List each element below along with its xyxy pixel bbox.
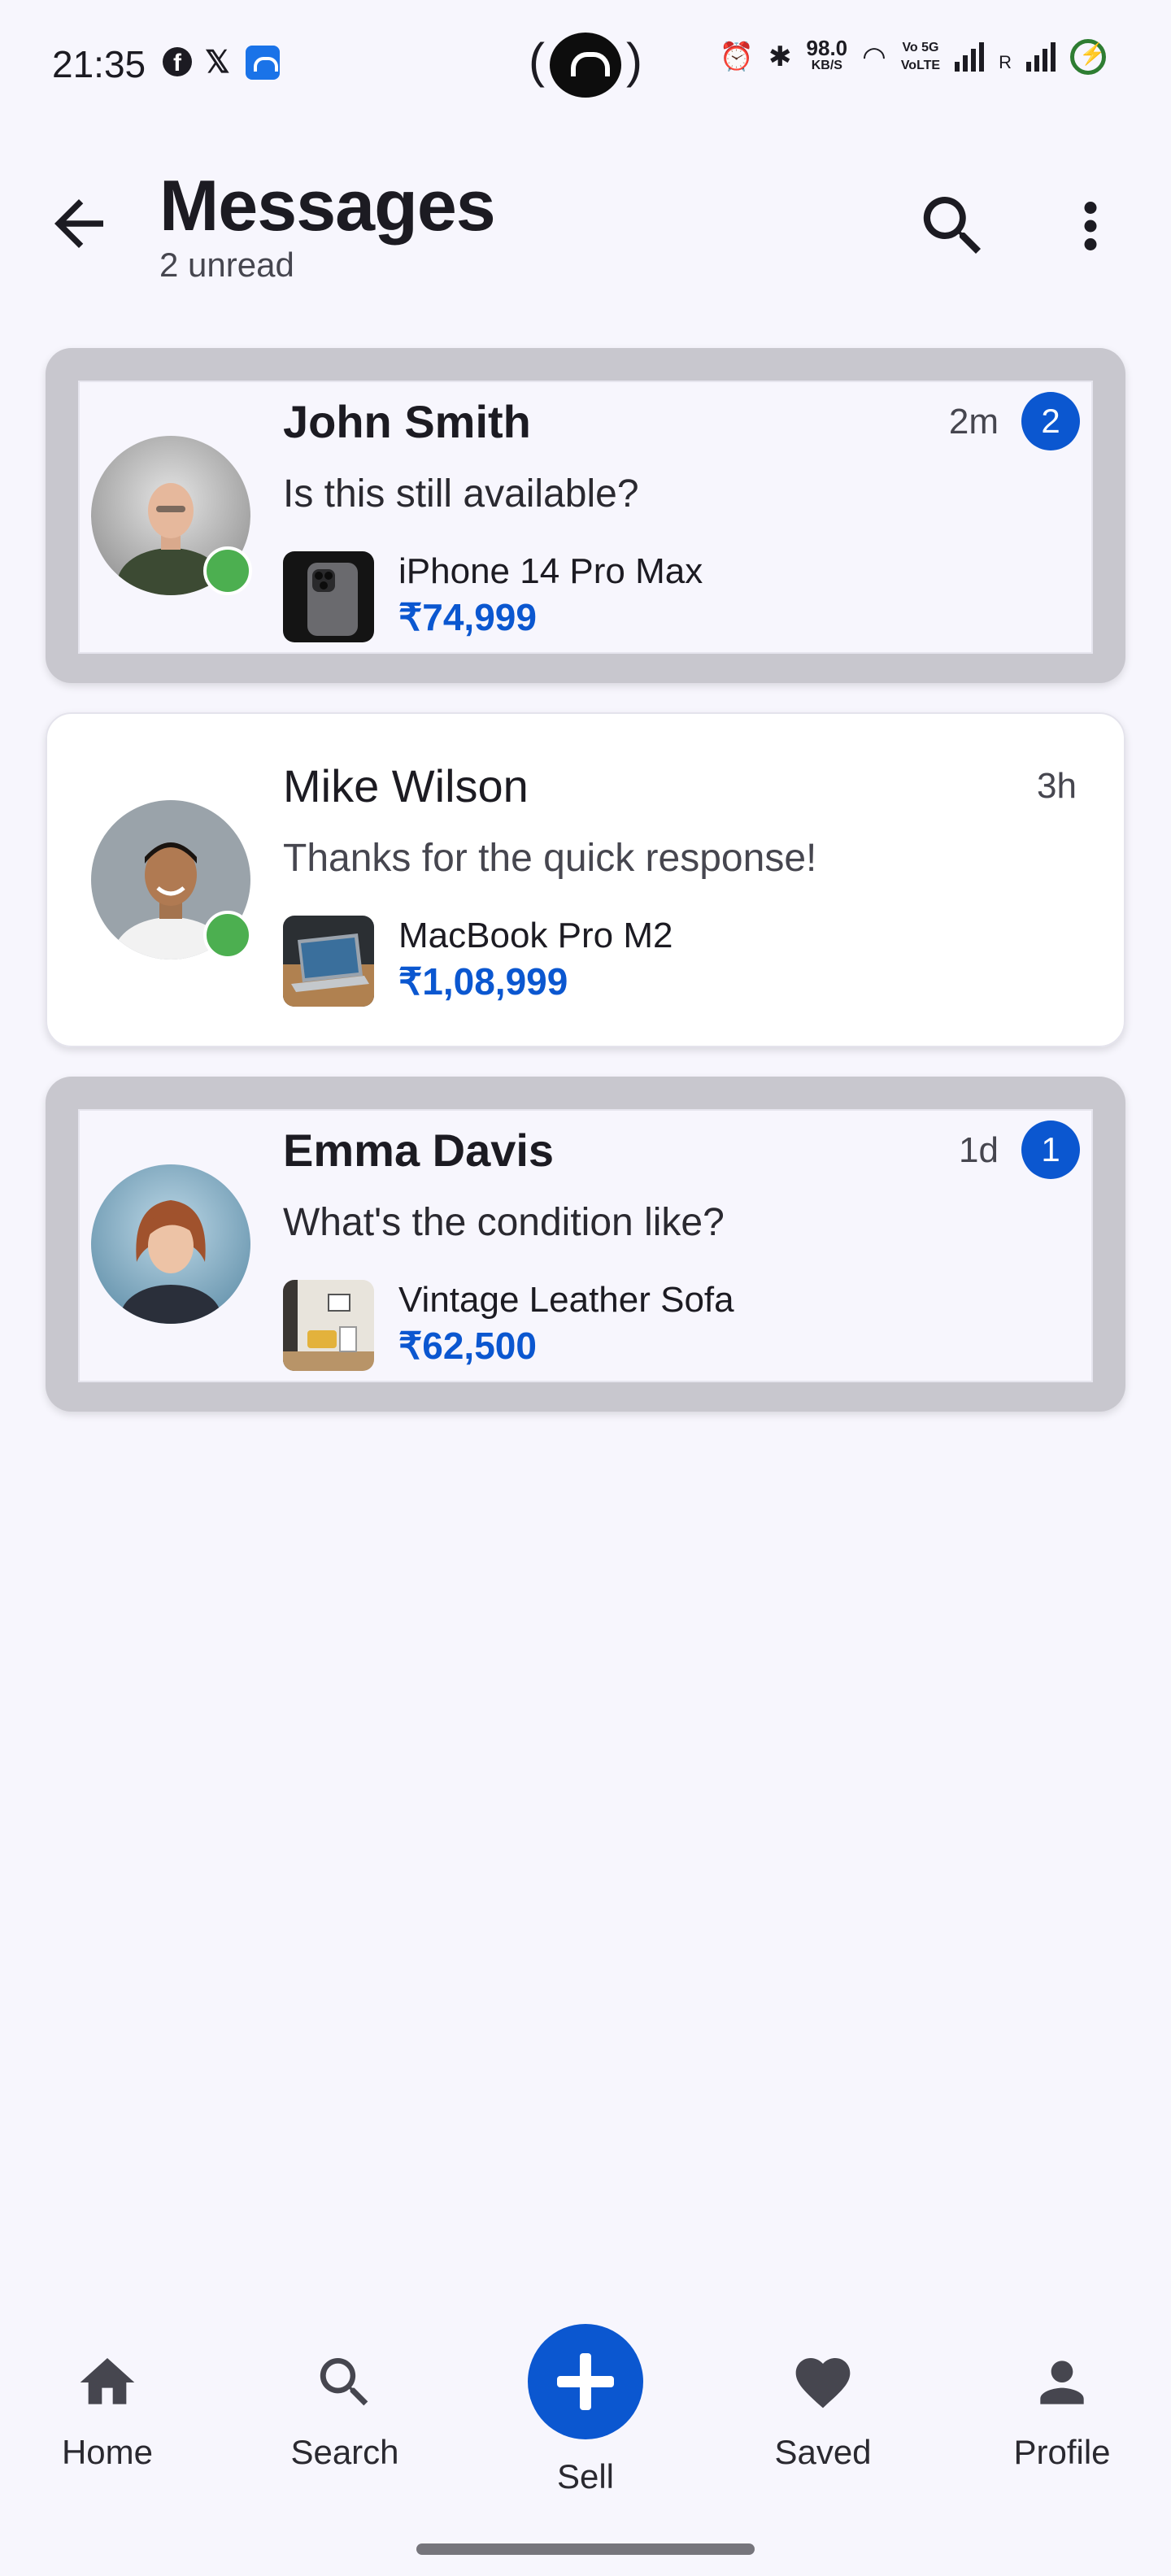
avatar	[91, 1164, 250, 1324]
product-name: Vintage Leather Sofa	[398, 1280, 734, 1320]
app-notification-icon	[246, 46, 280, 80]
product-price: ₹1,08,999	[398, 960, 568, 1003]
conversation-item[interactable]: John Smith 2m 2 Is this still available?…	[46, 348, 1125, 683]
battery-charging-icon	[1070, 39, 1106, 75]
app-bar: Messages 2 unread	[0, 146, 1171, 309]
product-thumbnail	[283, 1280, 374, 1371]
nav-item-home[interactable]: Home	[10, 2350, 205, 2472]
wifi-icon: ◠	[862, 41, 886, 72]
bottom-navigation: Home Search Sell Saved Profile	[0, 2309, 1171, 2576]
nav-label-profile: Profile	[1013, 2433, 1111, 2471]
message-preview: What's the condition like?	[283, 1201, 725, 1244]
message-time: 3h	[1037, 766, 1077, 806]
unread-badge: 1	[1021, 1120, 1080, 1179]
nav-label-saved: Saved	[774, 2433, 872, 2471]
hotspot-indicator-icon: ( )	[529, 29, 642, 101]
conversation-item[interactable]: Emma Davis 1d 1 What's the condition lik…	[46, 1077, 1125, 1412]
more-options-button[interactable]	[1054, 187, 1127, 265]
message-time: 1d	[959, 1130, 999, 1170]
product-name: MacBook Pro M2	[398, 916, 673, 955]
plus-icon	[528, 2324, 643, 2439]
nav-label-home: Home	[61, 2433, 154, 2471]
product-price: ₹74,999	[398, 596, 537, 638]
message-preview: Thanks for the quick response!	[283, 837, 817, 880]
product-thumbnail	[283, 551, 374, 642]
product-thumbnail	[283, 916, 374, 1007]
heart-icon	[795, 2358, 851, 2408]
online-status-dot	[203, 911, 252, 959]
facebook-icon: f	[163, 47, 192, 76]
alarm-icon: ⏰	[719, 41, 755, 72]
contact-name: Emma Davis	[283, 1125, 555, 1176]
arrow-left-icon	[54, 199, 103, 248]
search-button[interactable]	[914, 187, 992, 265]
nav-label-search: Search	[290, 2433, 399, 2471]
status-time: 21:35	[52, 43, 146, 85]
nav-item-saved[interactable]: Saved	[725, 2350, 921, 2472]
nav-item-sell[interactable]: Sell	[488, 2324, 683, 2496]
person-icon	[1040, 2361, 1084, 2404]
conversation-item[interactable]: Mike Wilson 3h Thanks for the quick resp…	[46, 712, 1125, 1047]
home-icon	[80, 2358, 135, 2404]
roaming-indicator: R	[999, 52, 1012, 72]
page-title: Messages	[159, 165, 496, 246]
unread-badge: 2	[1021, 392, 1080, 450]
status-bar: 21:35 f 𝕏 ( ) ⏰ ✱ 98.0 KB/S ◠ Vo 5G VoLT…	[0, 0, 1171, 130]
conversation-list: John Smith 2m 2 Is this still available?…	[46, 348, 1125, 1441]
nav-item-profile[interactable]: Profile	[964, 2350, 1160, 2472]
search-icon	[923, 197, 981, 254]
volte-indicator: Vo 5G VoLTE	[900, 41, 941, 72]
bluetooth-icon: ✱	[768, 41, 792, 72]
message-time: 2m	[948, 402, 999, 442]
nav-label-sell: Sell	[556, 2457, 615, 2496]
contact-name: John Smith	[283, 396, 531, 447]
search-icon	[320, 2358, 368, 2406]
signal-icon-2	[1026, 42, 1056, 72]
online-status-dot	[203, 546, 252, 595]
signal-icon	[955, 42, 985, 72]
more-vert-icon	[1084, 202, 1097, 250]
message-preview: Is this still available?	[283, 472, 639, 516]
contact-name: Mike Wilson	[283, 760, 529, 812]
network-speed: 98.0 KB/S	[806, 36, 848, 72]
x-icon: 𝕏	[205, 46, 230, 80]
home-indicator[interactable]	[416, 2543, 755, 2555]
product-price: ₹62,500	[398, 1325, 537, 1367]
back-button[interactable]	[42, 187, 115, 260]
unread-count-subtitle: 2 unread	[159, 246, 294, 284]
nav-item-search[interactable]: Search	[247, 2350, 442, 2472]
product-name: iPhone 14 Pro Max	[398, 551, 703, 591]
